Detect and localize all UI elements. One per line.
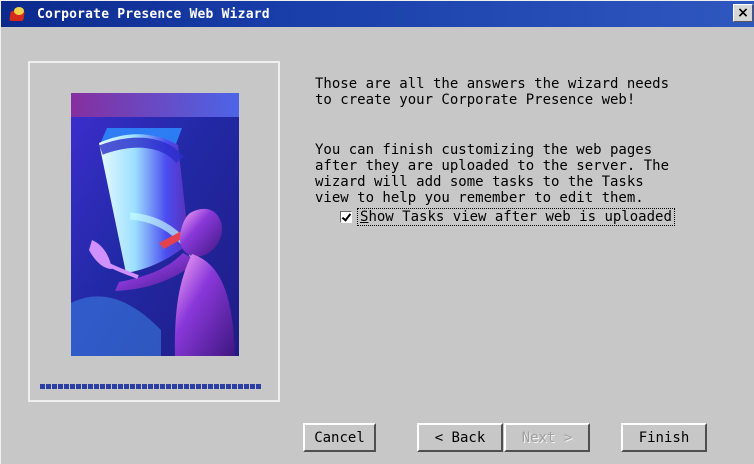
wizard-window: Corporate Presence Web Wizard × Those ar… bbox=[0, 0, 754, 464]
summary-text: Those are all the answers the wizard nee… bbox=[315, 76, 670, 108]
show-tasks-label[interactable]: Show Tasks view after web is uploaded bbox=[357, 208, 675, 226]
illustration-panel bbox=[28, 61, 280, 402]
checkmark-icon[interactable] bbox=[340, 211, 352, 223]
close-icon[interactable]: × bbox=[733, 4, 753, 22]
progress-strip bbox=[40, 384, 262, 389]
title-bar: Corporate Presence Web Wizard × bbox=[1, 1, 754, 27]
customization-text: You can finish customizing the web pages… bbox=[315, 142, 670, 206]
next-button[interactable]: Next > bbox=[504, 423, 590, 452]
finish-button[interactable]: Finish bbox=[621, 423, 707, 452]
back-button[interactable]: < Back bbox=[417, 423, 503, 452]
cancel-button[interactable]: Cancel bbox=[303, 423, 376, 452]
illustration-art bbox=[71, 93, 239, 356]
app-icon bbox=[9, 5, 27, 23]
wizard-illustration bbox=[71, 93, 239, 356]
window-title: Corporate Presence Web Wizard bbox=[37, 6, 270, 22]
wizard-content: Those are all the answers the wizard nee… bbox=[315, 60, 735, 222]
show-tasks-option[interactable]: Show Tasks view after web is uploaded bbox=[340, 208, 675, 226]
